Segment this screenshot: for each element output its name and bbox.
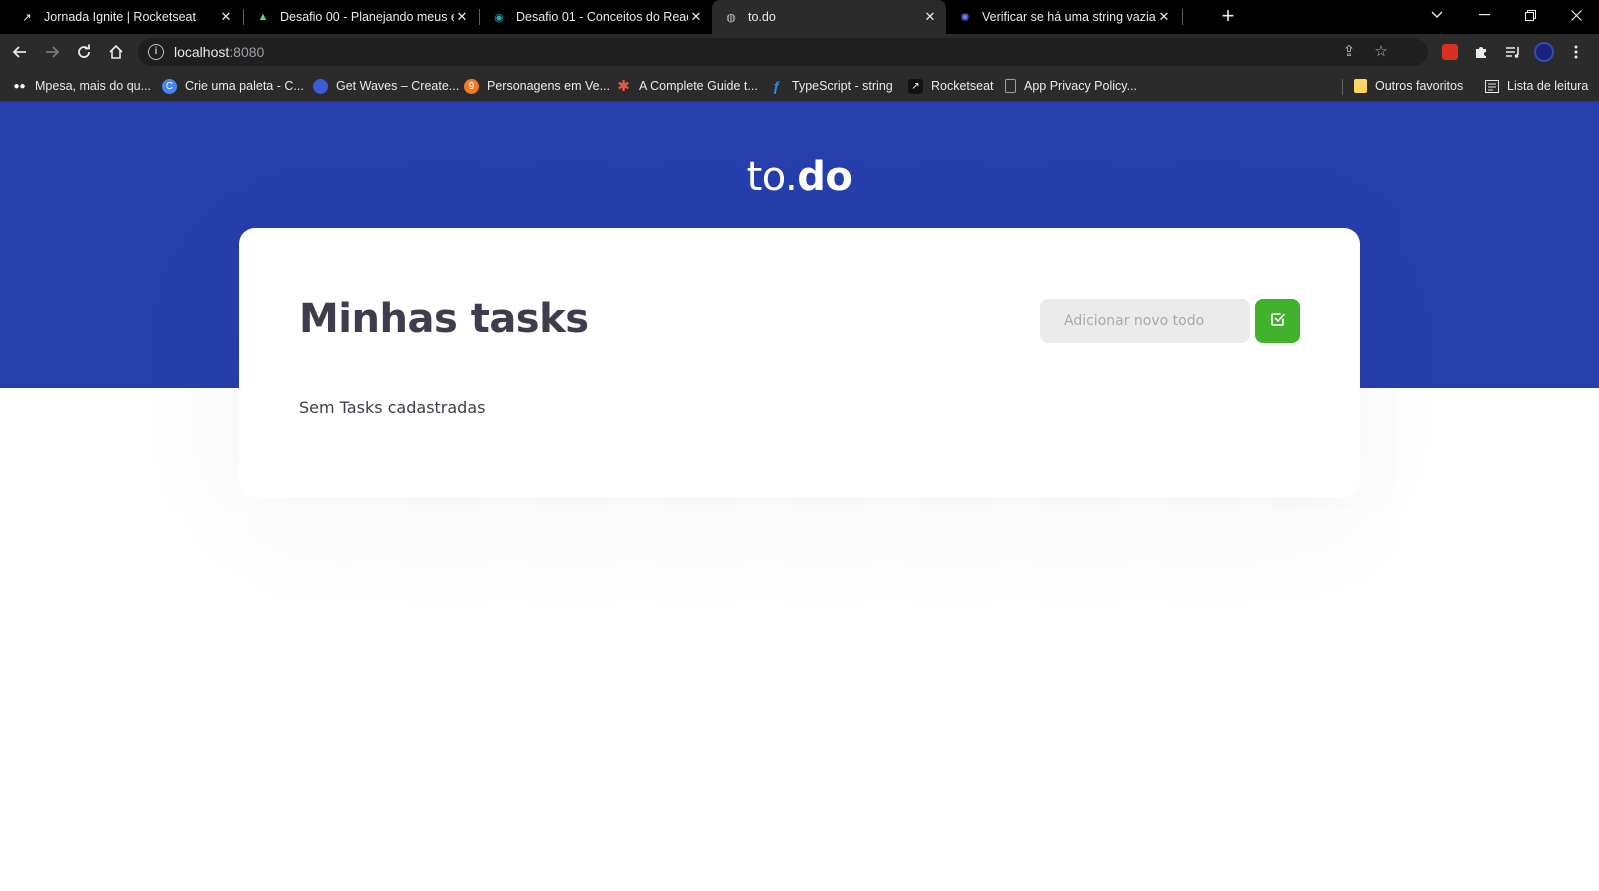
home-button[interactable] — [104, 40, 128, 64]
tab-jornada-ignite[interactable]: ↗ Jornada Ignite | Rocketseat ✕ — [8, 0, 242, 34]
bookmark-label: TypeScript - string — [792, 79, 893, 93]
bookmark-label: Crie uma paleta - C... — [185, 79, 304, 93]
react-icon: ◉ — [494, 11, 504, 24]
tab-title: Desafio 00 - Planejando meus estudos — [280, 10, 454, 24]
coolors-icon: C — [162, 78, 177, 94]
tab-search-button[interactable] — [1414, 0, 1460, 30]
bookmark-personagens[interactable]: 9 Personagens em Ve... — [464, 77, 610, 95]
tab-title: to.do — [748, 10, 776, 24]
minimize-button[interactable] — [1461, 0, 1507, 30]
share-icon[interactable]: ⇪ — [1340, 44, 1358, 62]
address-bar[interactable]: i localhost:8080 ⇪ ☆ — [138, 38, 1428, 66]
app-logo: to.do — [0, 154, 1599, 200]
bookmarks-bar: ●● Mpesa, mais do qu... C Crie uma palet… — [0, 70, 1599, 102]
close-window-button[interactable] — [1553, 0, 1599, 30]
extension-icon[interactable] — [1439, 41, 1461, 63]
tasks-card: Minhas tasks Sem Tasks cadastradas — [239, 228, 1360, 497]
logo-light-text: to. — [746, 154, 798, 200]
close-icon[interactable]: ✕ — [688, 9, 704, 25]
tab-title: Jornada Ignite | Rocketseat — [44, 10, 196, 24]
bookmark-label: App Privacy Policy... — [1024, 79, 1138, 93]
waves-icon — [313, 78, 328, 94]
menu-icon[interactable] — [1565, 41, 1587, 63]
info-icon[interactable]: i — [148, 44, 164, 60]
rocketseat-icon: ↗ — [908, 78, 923, 94]
close-icon[interactable]: ✕ — [1156, 9, 1172, 25]
tab-desafio-01[interactable]: ◉ Desafio 01 - Conceitos do React ✕ — [480, 0, 712, 34]
check-square-icon — [1270, 312, 1285, 331]
bookmark-mpesa[interactable]: ●● Mpesa, mais do qu... — [12, 77, 151, 95]
globe-icon: ◍ — [726, 11, 736, 24]
tab-verificar-string[interactable]: ✺ Verificar se há uma string vazia em ✕ — [946, 0, 1180, 34]
bookmark-complete-guide[interactable]: ✱ A Complete Guide t... — [616, 77, 758, 95]
reload-button[interactable] — [72, 40, 96, 64]
bookmark-typescript[interactable]: ƒ TypeScript - string — [769, 77, 893, 95]
logo-bold-text: do — [797, 154, 853, 200]
bookmark-label: Mpesa, mais do qu... — [35, 79, 152, 93]
medium-icon: ●● — [13, 80, 26, 92]
close-icon[interactable]: ✕ — [218, 9, 234, 25]
tab-title: Desafio 01 - Conceitos do React — [516, 10, 688, 24]
bookmark-label: Rocketseat — [931, 79, 994, 93]
document-icon — [1005, 79, 1016, 93]
orange-logo-icon: 9 — [464, 78, 479, 94]
profile-avatar[interactable] — [1533, 41, 1555, 63]
reading-list-button[interactable]: Lista de leitura — [1484, 77, 1588, 95]
bookmark-label: Personagens em Ve... — [487, 79, 610, 93]
bookmark-separator — [1342, 79, 1343, 95]
rocket-icon: ▲ — [257, 11, 269, 23]
typescript-icon: ƒ — [772, 78, 781, 94]
bookmark-privacy-policy[interactable]: App Privacy Policy... — [1005, 77, 1137, 95]
bookmark-paleta[interactable]: C Crie uma paleta - C... — [162, 77, 304, 95]
rocketseat-icon: ↗ — [22, 11, 32, 24]
url-port: :8080 — [229, 44, 265, 60]
bookmark-label: Lista de leitura — [1507, 79, 1589, 93]
empty-tasks-message: Sem Tasks cadastradas — [299, 398, 486, 417]
tab-title: Verificar se há uma string vazia em — [982, 10, 1156, 24]
tab-strip: ↗ Jornada Ignite | Rocketseat ✕ ▲ Desafi… — [0, 0, 1599, 34]
restore-button[interactable] — [1507, 0, 1553, 30]
bookmark-rocketseat[interactable]: ↗ Rocketseat — [908, 77, 994, 95]
bookmark-label: Outros favoritos — [1375, 79, 1464, 93]
tab-todo[interactable]: ◍ to.do ✕ — [712, 0, 946, 34]
page-title: Minhas tasks — [299, 296, 589, 342]
bookmark-label: Get Waves – Create... — [336, 79, 460, 93]
media-control-icon[interactable] — [1502, 41, 1524, 63]
close-icon[interactable]: ✕ — [922, 9, 938, 25]
add-todo-button[interactable] — [1255, 299, 1300, 343]
browser-toolbar: i localhost:8080 ⇪ ☆ — [0, 34, 1599, 70]
gear-icon: ✺ — [960, 11, 970, 24]
bookmark-get-waves[interactable]: Get Waves – Create... — [313, 77, 459, 95]
asterisk-icon: ✱ — [617, 78, 630, 95]
close-icon[interactable]: ✕ — [454, 9, 470, 25]
back-button[interactable] — [8, 40, 32, 64]
page-viewport: to.do Minhas tasks Sem Tasks cadastradas — [0, 102, 1599, 891]
tab-desafio-00[interactable]: ▲ Desafio 00 - Planejando meus estudos ✕ — [244, 0, 478, 34]
url-text: localhost:8080 — [174, 44, 264, 60]
tab-separator — [1182, 9, 1183, 25]
new-tab-button[interactable]: + — [1216, 5, 1240, 29]
puzzle-icon[interactable] — [1470, 41, 1492, 63]
bookmark-label: A Complete Guide t... — [639, 79, 758, 93]
folder-icon — [1354, 79, 1367, 93]
url-host: localhost — [174, 44, 230, 60]
forward-button[interactable] — [40, 40, 64, 64]
other-bookmarks-folder[interactable]: Outros favoritos — [1354, 77, 1463, 95]
new-todo-input[interactable] — [1040, 299, 1250, 343]
reading-list-icon — [1484, 79, 1499, 94]
star-icon[interactable]: ☆ — [1372, 44, 1390, 62]
